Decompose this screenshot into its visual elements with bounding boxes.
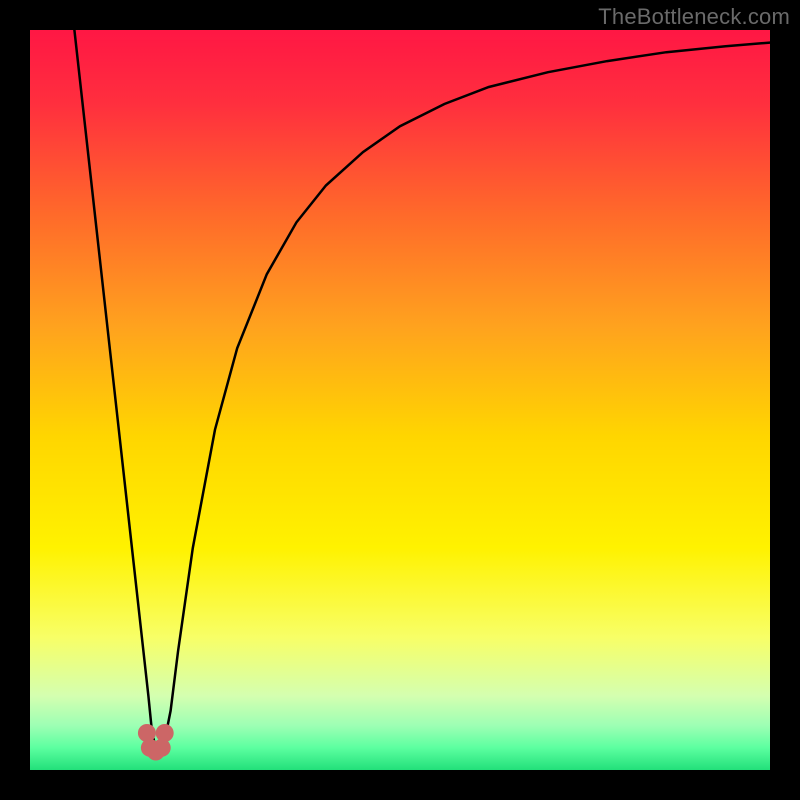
attribution-text: TheBottleneck.com — [598, 4, 790, 30]
optimal-dot — [156, 724, 174, 742]
optimal-dot — [153, 739, 171, 757]
outer-frame: TheBottleneck.com — [0, 0, 800, 800]
optimal-dot — [138, 724, 156, 742]
bottleneck-chart — [30, 30, 770, 770]
plot-area — [30, 30, 770, 770]
heat-gradient-background — [30, 30, 770, 770]
